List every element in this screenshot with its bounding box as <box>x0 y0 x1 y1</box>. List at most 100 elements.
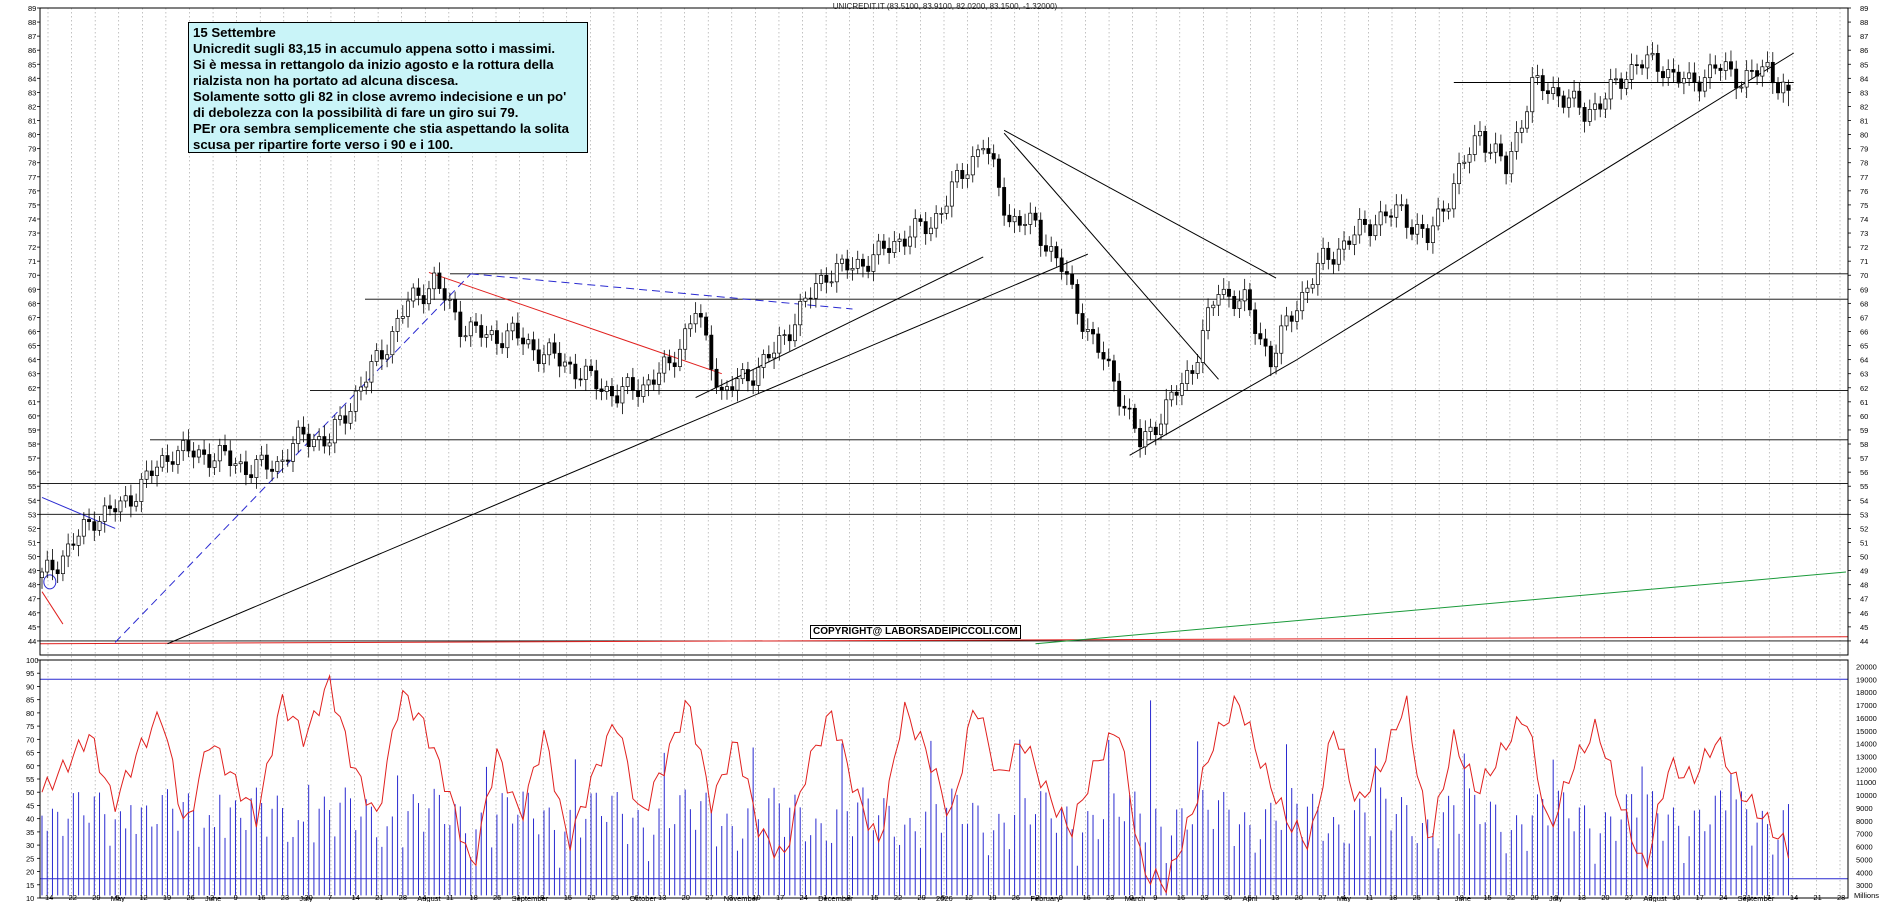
price-tick-right: 45 <box>1860 623 1868 632</box>
month-label: May <box>111 894 125 902</box>
month-label: June <box>1455 894 1471 902</box>
candle-body <box>369 361 374 383</box>
candle-body <box>92 521 97 531</box>
candle-body <box>1237 300 1242 309</box>
candle-body <box>348 411 353 424</box>
candle-body <box>400 316 405 319</box>
price-tick-left: 62 <box>28 384 36 393</box>
downtrend-line <box>1003 129 1277 279</box>
candle-body <box>1451 183 1456 210</box>
candle-body <box>1718 67 1723 71</box>
price-tick-right: 62 <box>1860 384 1868 393</box>
month-label: August <box>417 894 441 902</box>
price-tick-right: 77 <box>1860 173 1868 182</box>
price-tick-right: 79 <box>1860 145 1868 154</box>
candle-body <box>1127 407 1132 410</box>
candle-body <box>338 415 343 420</box>
candle-body <box>1059 257 1064 272</box>
candle-body <box>526 339 531 345</box>
candle-body <box>359 386 363 392</box>
candle-body <box>160 455 165 468</box>
x-tick-label: 11 <box>446 893 454 902</box>
candle-body <box>1540 75 1545 92</box>
candle-body <box>892 241 897 253</box>
month-label: April <box>1243 894 1258 902</box>
volume-tick-right: 7000 <box>1856 830 1873 839</box>
candle-body <box>1174 391 1179 396</box>
price-tick-right: 71 <box>1860 257 1868 266</box>
candle-body <box>777 335 782 354</box>
candle-body <box>45 559 50 573</box>
x-tick-label: 19 <box>163 893 171 902</box>
month-label: August <box>1643 894 1667 902</box>
price-tick-left: 59 <box>28 426 36 435</box>
candle-body <box>149 470 154 476</box>
candle-body <box>928 227 933 235</box>
price-tick-left: 48 <box>28 581 36 590</box>
volume-tick-right: 14000 <box>1856 740 1877 749</box>
candle-body <box>672 362 677 367</box>
candle-body <box>1420 224 1425 229</box>
candle-body <box>1247 289 1252 311</box>
candle-body <box>311 439 316 448</box>
candle-body <box>181 440 186 452</box>
price-tick-left: 51 <box>28 538 36 547</box>
osc-tick-left: 20 <box>26 868 34 877</box>
candle-body <box>249 474 254 478</box>
candle-body <box>207 454 212 468</box>
candle-body <box>1211 304 1216 309</box>
candle-body <box>976 149 980 157</box>
candle-body <box>128 495 133 507</box>
copyright-label: COPYRIGHT@ LABORSADEIPICCOLI.COM <box>810 625 1021 639</box>
candle-body <box>1755 70 1760 77</box>
price-tick-right: 51 <box>1860 538 1868 547</box>
month-label: December <box>818 894 853 902</box>
x-tick-label: 7 <box>328 893 332 902</box>
volume-tick-right: 20000 <box>1856 662 1877 671</box>
volume-axis-label: Millions <box>1854 891 1879 900</box>
candle-body <box>1221 288 1226 295</box>
candle-body <box>463 335 468 338</box>
x-tick-label: 23 <box>1106 893 1114 902</box>
price-tick-right: 56 <box>1860 468 1868 477</box>
candle-body <box>908 236 912 247</box>
candle-body <box>934 213 939 229</box>
candle-body <box>834 263 839 283</box>
candle-body <box>1331 259 1336 265</box>
candle-body <box>824 274 829 283</box>
candle-body <box>1321 247 1326 264</box>
price-tick-right: 78 <box>1860 159 1868 168</box>
price-tick-left: 54 <box>28 496 36 505</box>
price-tick-right: 48 <box>1860 581 1868 590</box>
month-label: September <box>512 894 549 902</box>
price-tick-left: 83 <box>28 88 36 97</box>
uptrend-line <box>695 256 984 399</box>
candle-body <box>772 352 777 359</box>
candle-body <box>505 330 510 349</box>
candle-body <box>494 330 499 344</box>
candle-body <box>793 324 797 342</box>
x-tick-label: 25 <box>493 893 501 902</box>
candle-body <box>1357 218 1362 236</box>
x-tick-label: 14 <box>45 893 53 902</box>
candle-body <box>40 571 44 578</box>
candle-body <box>510 322 515 332</box>
candle-body <box>406 300 410 317</box>
candle-body <box>1017 216 1022 226</box>
candle-body <box>322 436 327 447</box>
volume-tick-right: 16000 <box>1856 714 1877 723</box>
candle-body <box>876 240 881 256</box>
x-tick-label: 27 <box>705 893 713 902</box>
candle-body <box>761 354 766 368</box>
candle-body <box>688 323 693 330</box>
price-tick-left: 85 <box>28 60 36 69</box>
candle-body <box>275 461 280 472</box>
candle-body <box>1138 428 1143 448</box>
candle-body <box>714 368 719 388</box>
candle-body <box>1080 313 1085 332</box>
candle-body <box>113 508 118 513</box>
candle-body <box>1096 333 1101 353</box>
candle-body <box>887 248 892 253</box>
candle-body <box>709 334 714 370</box>
candle-body <box>1608 79 1613 100</box>
